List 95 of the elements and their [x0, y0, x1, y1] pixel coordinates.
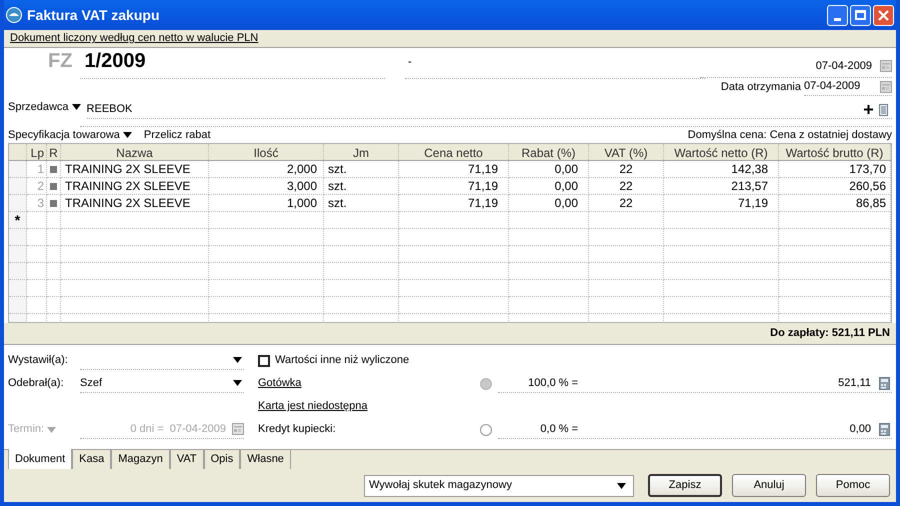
calendar-icon — [880, 80, 892, 92]
close-icon — [878, 10, 889, 20]
column-header[interactable]: Wartość brutto (R) — [779, 144, 891, 162]
table-cell: szt. — [324, 161, 399, 178]
table-cell: 142,38 — [664, 161, 779, 178]
default-price-link[interactable]: Domyślna cena: Cena z ostatniej dostawy — [688, 126, 892, 144]
window-title: Faktura VAT zakupu — [27, 6, 160, 25]
column-header[interactable]: R — [47, 144, 61, 162]
tab[interactable]: Opis — [204, 450, 240, 470]
table-cell: 71,19 — [399, 161, 509, 178]
table-cell: 213,57 — [664, 178, 779, 195]
table-cell: 22 — [589, 161, 664, 178]
column-header[interactable]: Nazwa — [61, 144, 209, 162]
table-cell: TRAINING 2X SLEEVE — [61, 161, 209, 178]
field-label: Odebrał(a): — [8, 376, 65, 392]
caret-icon — [233, 380, 242, 386]
minimize-button[interactable] — [827, 4, 848, 26]
table-cell: 3,000 — [209, 178, 324, 195]
calculator-icon — [879, 422, 890, 436]
action-dropdown[interactable]: Wywołaj skutek magazynowy — [364, 474, 634, 496]
table-cell: 1,000 — [209, 195, 324, 212]
caret-icon — [122, 132, 132, 138]
radio-button[interactable] — [480, 424, 492, 436]
row-number: 1 — [27, 161, 47, 178]
caret-icon — [72, 104, 81, 110]
date-field[interactable]: 07-04-2009 — [816, 58, 872, 74]
caret-icon — [617, 482, 626, 488]
column-header[interactable]: Jm — [324, 144, 399, 162]
dialog-button[interactable]: Anuluj — [732, 474, 806, 497]
status-square-icon — [50, 182, 57, 190]
maximize-button[interactable] — [850, 4, 871, 26]
payment-method-label: Kredyt kupiecki: — [258, 423, 336, 436]
table-cell: 2,000 — [209, 161, 324, 178]
calendar-icon — [880, 60, 892, 72]
table-cell: szt. — [324, 195, 399, 212]
recalculate-discount-link[interactable]: Przelicz rabat — [144, 126, 211, 144]
column-header[interactable]: Ilość — [209, 144, 324, 162]
status-square-icon — [50, 166, 57, 172]
amount-field[interactable]: 521,11 — [838, 374, 871, 392]
table-cell: 86,85 — [779, 195, 891, 212]
percent-field[interactable]: 0,0 % = — [498, 420, 578, 438]
date-field[interactable]: 07-04-2009 — [804, 78, 860, 95]
card-unavailable-link[interactable]: Karta jest niedostępna — [258, 398, 368, 415]
caret-icon — [47, 426, 56, 432]
seller-field[interactable]: REEBOK — [86, 101, 132, 118]
calendar-icon — [232, 423, 244, 435]
amount-field[interactable]: 0,00 — [850, 420, 871, 438]
column-header[interactable]: Rabat (%) — [509, 144, 589, 162]
percent-field[interactable]: 100,0 % = — [498, 374, 578, 392]
field-label: Data otrzymania — [720, 80, 801, 95]
checkbox-label: Wartości inne niż wyliczone — [275, 353, 410, 368]
add-icon[interactable] — [864, 105, 873, 114]
table-cell: 71,19 — [399, 195, 509, 212]
row-header: * — [9, 212, 27, 229]
document-prefix: FZ — [48, 49, 72, 74]
tab[interactable]: Kasa — [72, 450, 112, 470]
table-cell: 22 — [589, 195, 664, 212]
close-button[interactable] — [873, 4, 894, 26]
payment-method-link[interactable]: Gotówka — [258, 377, 302, 390]
seller-dropdown[interactable]: Sprzedawca — [8, 98, 81, 116]
specification-dropdown[interactable]: Specyfikacja towarowa — [8, 126, 132, 144]
column-header[interactable]: Cena netto — [399, 144, 509, 162]
table-cell: 0,00 — [509, 161, 589, 178]
document-number: 1/2009 — [84, 49, 146, 74]
tab[interactable]: VAT — [170, 450, 204, 470]
table-cell: 260,56 — [779, 178, 891, 195]
calculator-icon — [879, 376, 890, 390]
radio-button[interactable] — [480, 378, 492, 390]
column-header[interactable]: Wartość netto (R) — [664, 144, 779, 162]
table-cell: 22 — [589, 178, 664, 195]
table-cell: TRAINING 2X SLEEVE — [61, 178, 209, 195]
table-cell: 71,19 — [664, 195, 779, 212]
app-icon — [6, 7, 22, 23]
separator-text: - — [408, 54, 412, 70]
field-label: Wystawił(a): — [8, 353, 69, 368]
list-icon — [879, 104, 888, 116]
dialog-button[interactable]: Zapisz — [648, 474, 722, 497]
dropdown-field[interactable]: Szef — [80, 374, 244, 392]
status-square-icon — [50, 200, 57, 206]
tab[interactable]: Własne — [240, 450, 291, 470]
table-cell: 0,00 — [509, 178, 589, 195]
column-header[interactable]: VAT (%) — [589, 144, 664, 162]
caret-icon — [233, 357, 242, 363]
dialog-button[interactable]: Pomoc — [816, 474, 890, 497]
checkbox[interactable] — [258, 354, 270, 366]
table-cell: 173,70 — [779, 161, 891, 178]
tab[interactable]: Magazyn — [111, 450, 170, 470]
table-cell: szt. — [324, 178, 399, 195]
row-number: 3 — [27, 195, 47, 212]
table-cell: 0,00 — [509, 195, 589, 212]
table-cell: 71,19 — [399, 178, 509, 195]
table-cell: TRAINING 2X SLEEVE — [61, 195, 209, 212]
tab[interactable]: Dokument — [8, 449, 72, 470]
total-amount: Do zapłaty: 521,11 PLN — [770, 326, 890, 342]
row-number: 2 — [27, 178, 47, 195]
